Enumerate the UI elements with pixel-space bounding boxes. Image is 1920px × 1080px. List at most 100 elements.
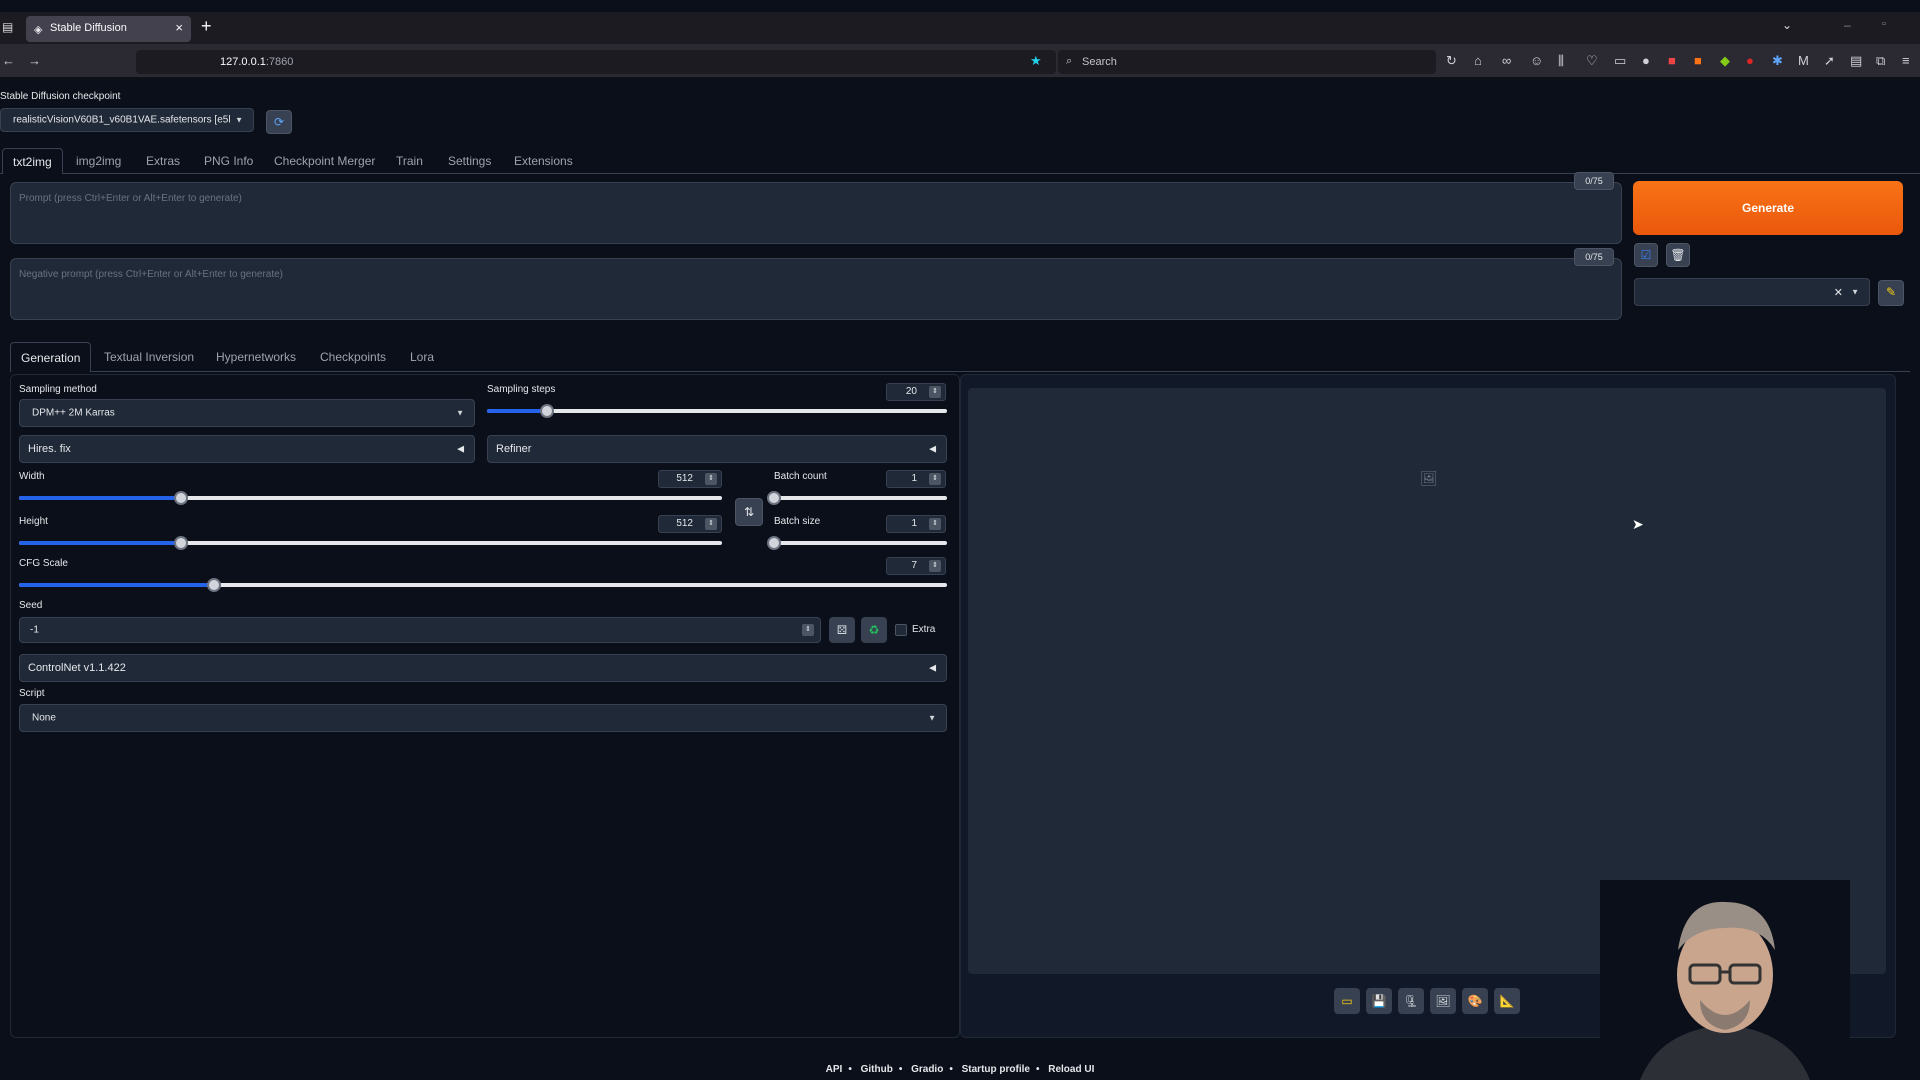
extension-card-icon[interactable]: ▤ xyxy=(1850,53,1862,69)
folder-icon[interactable]: ▭ xyxy=(1614,53,1626,69)
send-to-extras-button[interactable]: 📐 xyxy=(1494,988,1520,1014)
width-input[interactable]: 512 ⇕ xyxy=(658,470,722,488)
stepper-icon[interactable]: ⇕ xyxy=(929,560,941,572)
cfg-scale-input[interactable]: 7 ⇕ xyxy=(886,557,946,575)
extra-checkbox[interactable] xyxy=(895,624,907,636)
tab-list-icon[interactable]: ▤ xyxy=(2,20,13,34)
seed-input[interactable]: -1 ⇕ xyxy=(19,617,821,643)
edit-styles-button[interactable]: ✎ xyxy=(1878,280,1904,306)
sampling-method-dropdown[interactable]: DPM++ 2M Karras ▼ xyxy=(19,399,475,427)
batch-size-input[interactable]: 1 ⇕ xyxy=(886,515,946,533)
tab-txt2img[interactable]: txt2img xyxy=(2,148,63,174)
home-icon[interactable]: ⌂ xyxy=(1474,53,1482,68)
footer-gradio-link[interactable]: Gradio xyxy=(911,1064,943,1075)
tab-lora[interactable]: Lora xyxy=(400,342,444,372)
maximize-window-icon[interactable]: ▫ xyxy=(1882,18,1886,30)
extension-fox-icon[interactable]: ■ xyxy=(1694,53,1702,68)
stepper-icon[interactable]: ⇕ xyxy=(929,386,941,398)
browser-tab[interactable]: ◈ Stable Diffusion × xyxy=(26,16,191,42)
swap-dimensions-button[interactable]: ⇅ xyxy=(735,498,763,526)
sampling-steps-input[interactable]: 20 ⇕ xyxy=(886,383,946,401)
footer-api-link[interactable]: API xyxy=(826,1064,843,1075)
tab-train[interactable]: Train xyxy=(386,148,433,174)
tab-generation[interactable]: Generation xyxy=(10,342,92,372)
save-button[interactable]: 💾 xyxy=(1366,988,1392,1014)
tab-settings[interactable]: Settings xyxy=(438,148,501,174)
slider-thumb[interactable] xyxy=(539,404,554,418)
refresh-checkpoint-button[interactable]: ⟳ xyxy=(266,110,292,134)
footer-reload-ui-link[interactable]: Reload UI xyxy=(1048,1064,1094,1075)
tab-img2img[interactable]: img2img xyxy=(66,148,131,174)
clear-styles-icon[interactable]: ✕ xyxy=(1834,286,1843,299)
tab-extras[interactable]: Extras xyxy=(136,148,190,174)
hires-fix-accordion[interactable]: Hires. fix ◀ xyxy=(19,435,475,463)
stepper-icon[interactable]: ⇕ xyxy=(802,624,814,636)
slider-thumb[interactable] xyxy=(173,536,188,550)
extension-gmail-icon[interactable]: M xyxy=(1798,53,1809,68)
slider-thumb[interactable] xyxy=(173,491,188,505)
tab-overflow-chevron-icon[interactable]: ⌄ xyxy=(1782,18,1792,32)
extension-blue-icon[interactable]: ✱ xyxy=(1772,53,1783,69)
batch-count-slider[interactable] xyxy=(774,496,947,500)
script-dropdown[interactable]: None ▼ xyxy=(19,704,947,732)
new-tab-icon[interactable]: + xyxy=(201,16,212,37)
prompt-textarea[interactable]: Prompt (press Ctrl+Enter or Alt+Enter to… xyxy=(10,182,1622,244)
extension-glasses-icon[interactable]: ∞ xyxy=(1502,53,1511,68)
pocket-icon[interactable]: ♡ xyxy=(1586,53,1598,69)
zip-button[interactable]: 🗜 xyxy=(1398,988,1424,1014)
bookmark-star-icon[interactable]: ★ xyxy=(1030,53,1042,69)
footer-github-link[interactable]: Github xyxy=(861,1064,893,1075)
negative-prompt-placeholder: Negative prompt (press Ctrl+Enter or Alt… xyxy=(19,269,284,280)
clear-prompt-button[interactable]: 🗑 xyxy=(1666,243,1690,267)
back-icon[interactable]: ← xyxy=(2,53,15,68)
forward-icon[interactable]: → xyxy=(28,53,41,68)
controlnet-accordion[interactable]: ControlNet v1.1.422 ◀ xyxy=(19,654,947,682)
collapse-arrow-icon: ◀ xyxy=(929,662,936,673)
stepper-icon[interactable]: ⇕ xyxy=(705,473,717,485)
slider-thumb[interactable] xyxy=(206,578,221,592)
close-tab-icon[interactable]: × xyxy=(175,20,183,35)
save-icon: 💾 xyxy=(1371,994,1387,1008)
batch-size-slider[interactable] xyxy=(774,541,947,545)
app-menu-icon[interactable]: ≡ xyxy=(1902,53,1910,68)
reload-icon[interactable]: ↻ xyxy=(1446,53,1457,69)
refiner-accordion[interactable]: Refiner ◀ xyxy=(487,435,947,463)
footer-startup-profile-link[interactable]: Startup profile xyxy=(962,1064,1030,1075)
styles-dropdown[interactable]: ✕ ▼ xyxy=(1634,278,1870,306)
open-folder-button[interactable]: ▭ xyxy=(1334,988,1360,1014)
stepper-icon[interactable]: ⇕ xyxy=(705,518,717,530)
sampling-steps-slider[interactable] xyxy=(487,409,947,413)
extension-arrow-icon[interactable]: ➚ xyxy=(1824,53,1835,69)
account-icon[interactable]: ☺ xyxy=(1530,53,1543,68)
extension-green-icon[interactable]: ◆ xyxy=(1720,53,1730,69)
stepper-icon[interactable]: ⇕ xyxy=(929,518,941,530)
tab-textual-inversion[interactable]: Textual Inversion xyxy=(94,342,204,372)
stepper-icon[interactable]: ⇕ xyxy=(929,473,941,485)
tab-checkpoint-merger[interactable]: Checkpoint Merger xyxy=(264,148,385,174)
extension-lastpass-icon[interactable]: ● xyxy=(1746,53,1754,68)
generate-button[interactable]: Generate xyxy=(1633,181,1903,235)
reuse-seed-button[interactable]: ♻ xyxy=(861,617,887,643)
library-icon[interactable]: ⫼ xyxy=(1558,53,1564,69)
tab-extensions[interactable]: Extensions xyxy=(504,148,583,174)
extensions-puzzle-icon[interactable]: ⧉ xyxy=(1876,53,1885,69)
minimize-window-icon[interactable]: – xyxy=(1844,18,1851,32)
search-bar[interactable]: ⌕ Search xyxy=(1058,50,1436,74)
send-to-img2img-button[interactable]: 🖼 xyxy=(1430,988,1456,1014)
extension-m-icon[interactable]: ● xyxy=(1642,53,1650,68)
slider-thumb[interactable] xyxy=(767,536,781,550)
paste-params-button[interactable]: ☑ xyxy=(1634,243,1658,267)
folder-icon: ▭ xyxy=(1341,994,1353,1008)
send-to-inpaint-button[interactable]: 🎨 xyxy=(1462,988,1488,1014)
random-seed-button[interactable]: ⚄ xyxy=(829,617,855,643)
tab-checkpoints[interactable]: Checkpoints xyxy=(310,342,396,372)
checkpoint-dropdown[interactable]: realisticVisionV60B1_v60B1VAE.safetensor… xyxy=(0,108,254,132)
batch-count-input[interactable]: 1 ⇕ xyxy=(886,470,946,488)
address-bar[interactable]: 127.0.0.1:7860 xyxy=(136,50,1056,74)
tab-png-info[interactable]: PNG Info xyxy=(194,148,263,174)
tab-hypernetworks[interactable]: Hypernetworks xyxy=(206,342,306,372)
extension-red-icon[interactable]: ■ xyxy=(1668,53,1676,68)
negative-prompt-textarea[interactable]: Negative prompt (press Ctrl+Enter or Alt… xyxy=(10,258,1622,320)
height-input[interactable]: 512 ⇕ xyxy=(658,515,722,533)
slider-thumb[interactable] xyxy=(767,491,781,505)
